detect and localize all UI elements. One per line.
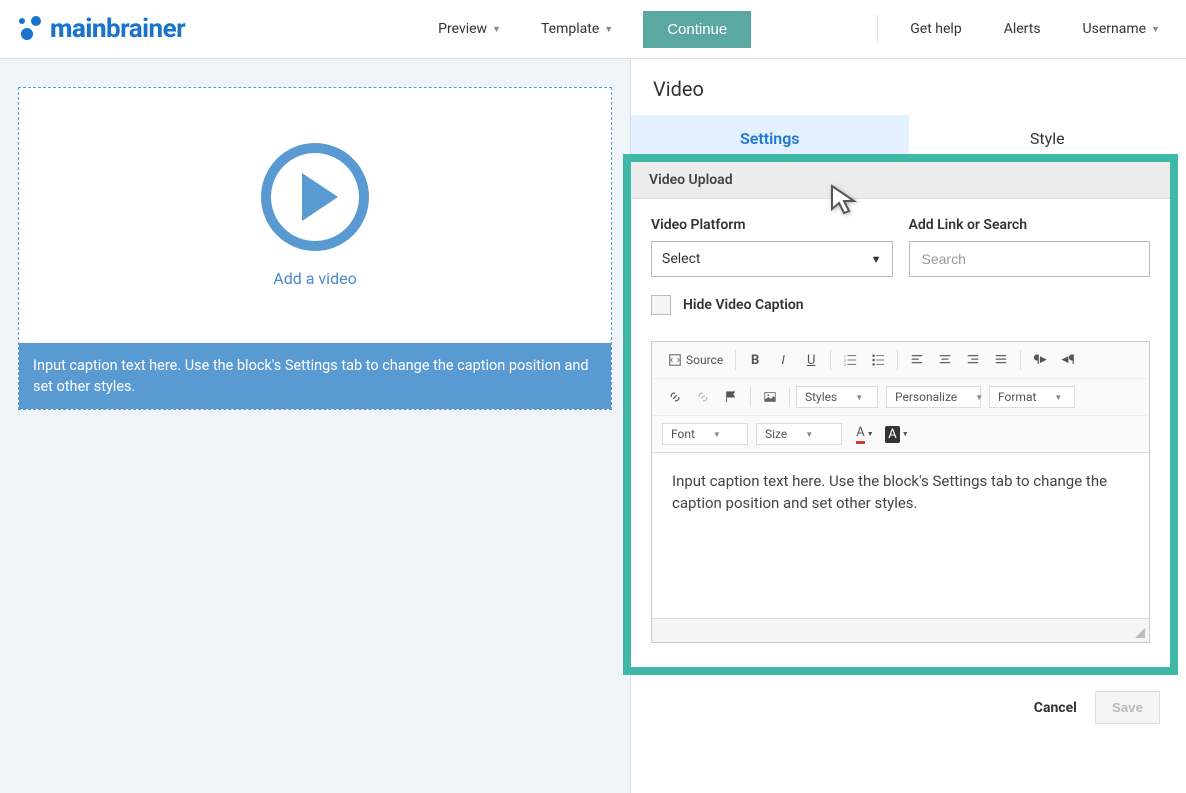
rte-content[interactable]: Input caption text here. Use the block's… (652, 453, 1149, 618)
text-color-button[interactable]: A▼ (850, 422, 880, 446)
nav-get-help[interactable]: Get help (900, 13, 971, 45)
search-label: Add Link or Search (909, 217, 1151, 233)
video-block[interactable]: Add a video Input caption text here. Use… (18, 87, 612, 410)
image-icon (763, 390, 777, 404)
unlink-button[interactable] (690, 385, 716, 409)
platform-select[interactable]: Select ▼ (651, 241, 893, 277)
panel-title: Video (631, 59, 1186, 115)
align-left-icon (910, 353, 924, 367)
rich-text-editor: Source B I U 123 (651, 341, 1150, 643)
svg-text:1: 1 (844, 354, 846, 358)
cancel-button[interactable]: Cancel (1034, 700, 1077, 716)
rte-toolbar: Source B I U 123 (652, 342, 1149, 453)
play-icon (261, 143, 369, 251)
nav-preview[interactable]: Preview▼ (428, 13, 511, 45)
caret-down-icon: ▼ (1151, 24, 1160, 35)
video-placeholder[interactable]: Add a video (19, 88, 611, 343)
size-dropdown[interactable]: Size▼ (756, 423, 842, 445)
nav-alerts[interactable]: Alerts (994, 13, 1051, 45)
search-input[interactable] (909, 241, 1151, 277)
caret-down-icon: ▼ (871, 253, 882, 266)
right-panel: Video Settings Style Video Upload Video … (630, 59, 1186, 793)
align-justify-button[interactable] (988, 348, 1014, 372)
logo-icon (16, 16, 44, 42)
continue-button[interactable]: Continue (643, 11, 751, 48)
app-header: mainbrainer Preview▼ Template▼ Continue … (0, 0, 1186, 59)
link-button[interactable] (662, 385, 688, 409)
flag-icon (724, 390, 738, 404)
unlink-icon (696, 390, 710, 404)
nav-center: Preview▼ Template▼ Continue (248, 11, 751, 48)
rtl-button[interactable]: ◀¶ (1055, 348, 1081, 372)
align-right-icon (966, 353, 980, 367)
rte-source-button[interactable]: Source (662, 353, 729, 367)
caret-down-icon: ▼ (492, 24, 501, 35)
nav-template[interactable]: Template▼ (531, 13, 623, 45)
format-dropdown[interactable]: Format▼ (989, 386, 1075, 408)
panel-footer: Cancel Save (631, 675, 1186, 740)
highlight-frame: Video Upload Video Platform Select ▼ Add… (623, 154, 1178, 675)
logo: mainbrainer (16, 14, 185, 44)
ul-icon (871, 353, 885, 367)
align-center-icon (938, 353, 952, 367)
svg-text:3: 3 (844, 363, 846, 367)
ltr-button[interactable]: ¶▶ (1027, 348, 1053, 372)
section-header: Video Upload (631, 162, 1170, 199)
bg-color-button[interactable]: A▼ (882, 422, 912, 446)
nav-username[interactable]: Username▼ (1073, 13, 1170, 45)
font-dropdown[interactable]: Font▼ (662, 423, 748, 445)
nav-right: Get help Alerts Username▼ (877, 13, 1170, 45)
ol-icon: 123 (843, 353, 857, 367)
underline-button[interactable]: U (798, 348, 824, 372)
flag-button[interactable] (718, 385, 744, 409)
source-icon (668, 353, 682, 367)
align-center-button[interactable] (932, 348, 958, 372)
italic-button[interactable]: I (770, 348, 796, 372)
ordered-list-button[interactable]: 123 (837, 348, 863, 372)
canvas-area: Add a video Input caption text here. Use… (0, 59, 630, 793)
unordered-list-button[interactable] (865, 348, 891, 372)
align-left-button[interactable] (904, 348, 930, 372)
add-video-label: Add a video (273, 269, 356, 288)
align-justify-icon (994, 353, 1008, 367)
platform-label: Video Platform (651, 217, 893, 233)
styles-dropdown[interactable]: Styles▼ (796, 386, 878, 408)
caret-down-icon: ▼ (604, 24, 613, 35)
caption-bar: Input caption text here. Use the block's… (19, 343, 611, 409)
personalize-dropdown[interactable]: Personalize▼ (886, 386, 981, 408)
main-area: Add a video Input caption text here. Use… (0, 59, 1186, 793)
rte-resize-handle[interactable] (652, 618, 1149, 642)
logo-text: mainbrainer (50, 14, 185, 44)
save-button[interactable]: Save (1095, 691, 1160, 724)
bold-button[interactable]: B (742, 348, 768, 372)
align-right-button[interactable] (960, 348, 986, 372)
svg-text:2: 2 (844, 359, 846, 363)
section-body: Video Platform Select ▼ Add Link or Sear… (631, 199, 1170, 661)
hide-caption-label: Hide Video Caption (683, 297, 804, 313)
hide-caption-checkbox[interactable] (651, 295, 671, 315)
divider (877, 15, 878, 43)
image-button[interactable] (757, 385, 783, 409)
link-icon (668, 390, 682, 404)
